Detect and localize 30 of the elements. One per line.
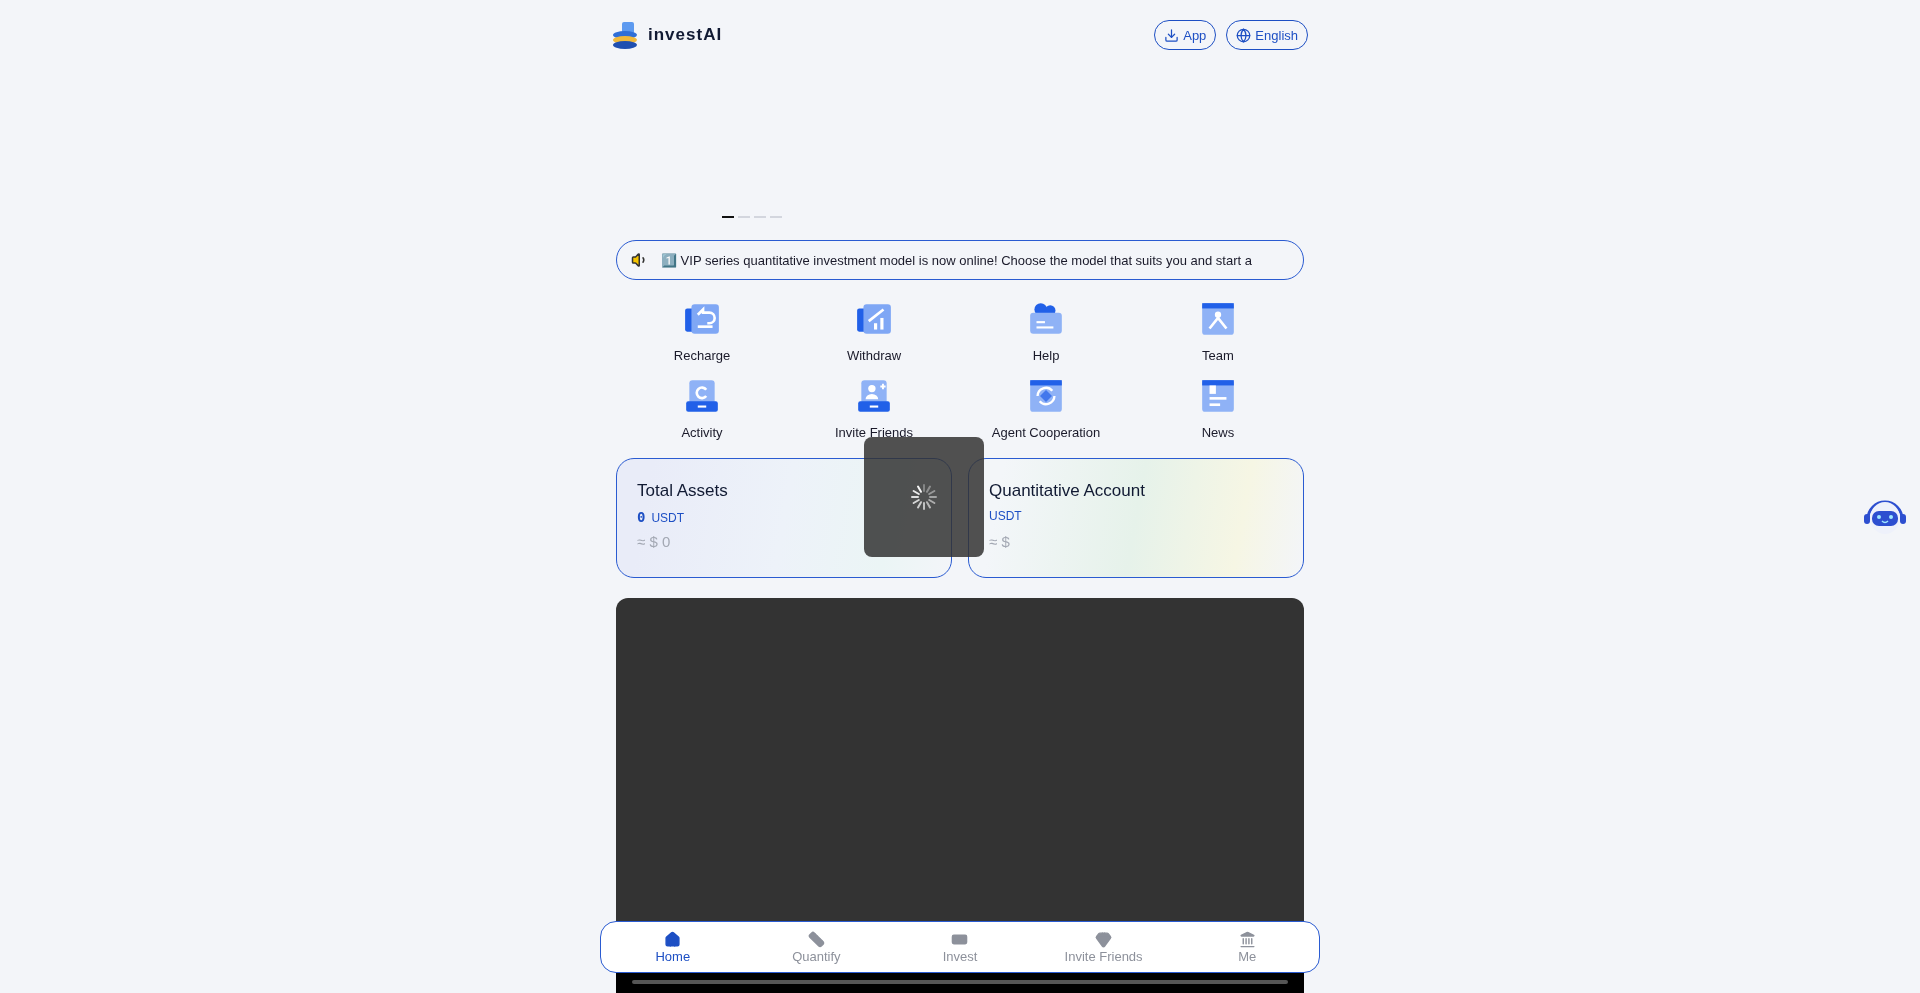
sync-icon[interactable]	[1027, 377, 1065, 415]
shortcut-label[interactable]: Withdraw	[846, 348, 902, 363]
globe-icon	[1236, 27, 1252, 43]
fiat-estimate: ≈ $	[989, 533, 1011, 550]
diamond-icon	[1095, 930, 1113, 948]
add-user-icon[interactable]	[855, 377, 893, 415]
home-icon	[664, 930, 682, 948]
shortcut-label[interactable]: Team	[1202, 348, 1234, 363]
tab-bar-item[interactable]: Home	[601, 922, 745, 972]
document-icon[interactable]	[1199, 377, 1237, 415]
shortcut-label[interactable]: Invite Friends	[834, 425, 913, 440]
download-icon	[1164, 27, 1180, 43]
bank-icon	[1238, 930, 1256, 948]
card-title: Quantitative Account	[989, 481, 1146, 501]
currency-unit: USDT	[989, 509, 1022, 523]
shortcut-label[interactable]: Agent Cooperation	[991, 425, 1101, 440]
shortcut-label[interactable]: News	[1201, 425, 1235, 440]
spinner-icon	[910, 483, 938, 511]
currency-unit: USDT	[651, 511, 685, 525]
balance-value: 0	[637, 509, 646, 525]
shortcut-label[interactable]: Recharge	[673, 348, 731, 363]
shortcut-label[interactable]: Activity	[681, 425, 723, 440]
notice-text: 1⃣ VIP series quantitative investment model is now online! Choose the model that suits you and start a	[661, 252, 1252, 268]
shortcut-label[interactable]: Help	[1032, 348, 1060, 363]
card-title: Total Assets	[637, 481, 729, 501]
refresh-icon[interactable]	[683, 377, 721, 415]
brand-name: investAI	[648, 25, 723, 45]
account-card[interactable]: Quantitative Account USDT ≈ $	[968, 458, 1304, 578]
logo-icon	[612, 21, 638, 49]
fiat-estimate: ≈ $ 0	[637, 533, 672, 550]
